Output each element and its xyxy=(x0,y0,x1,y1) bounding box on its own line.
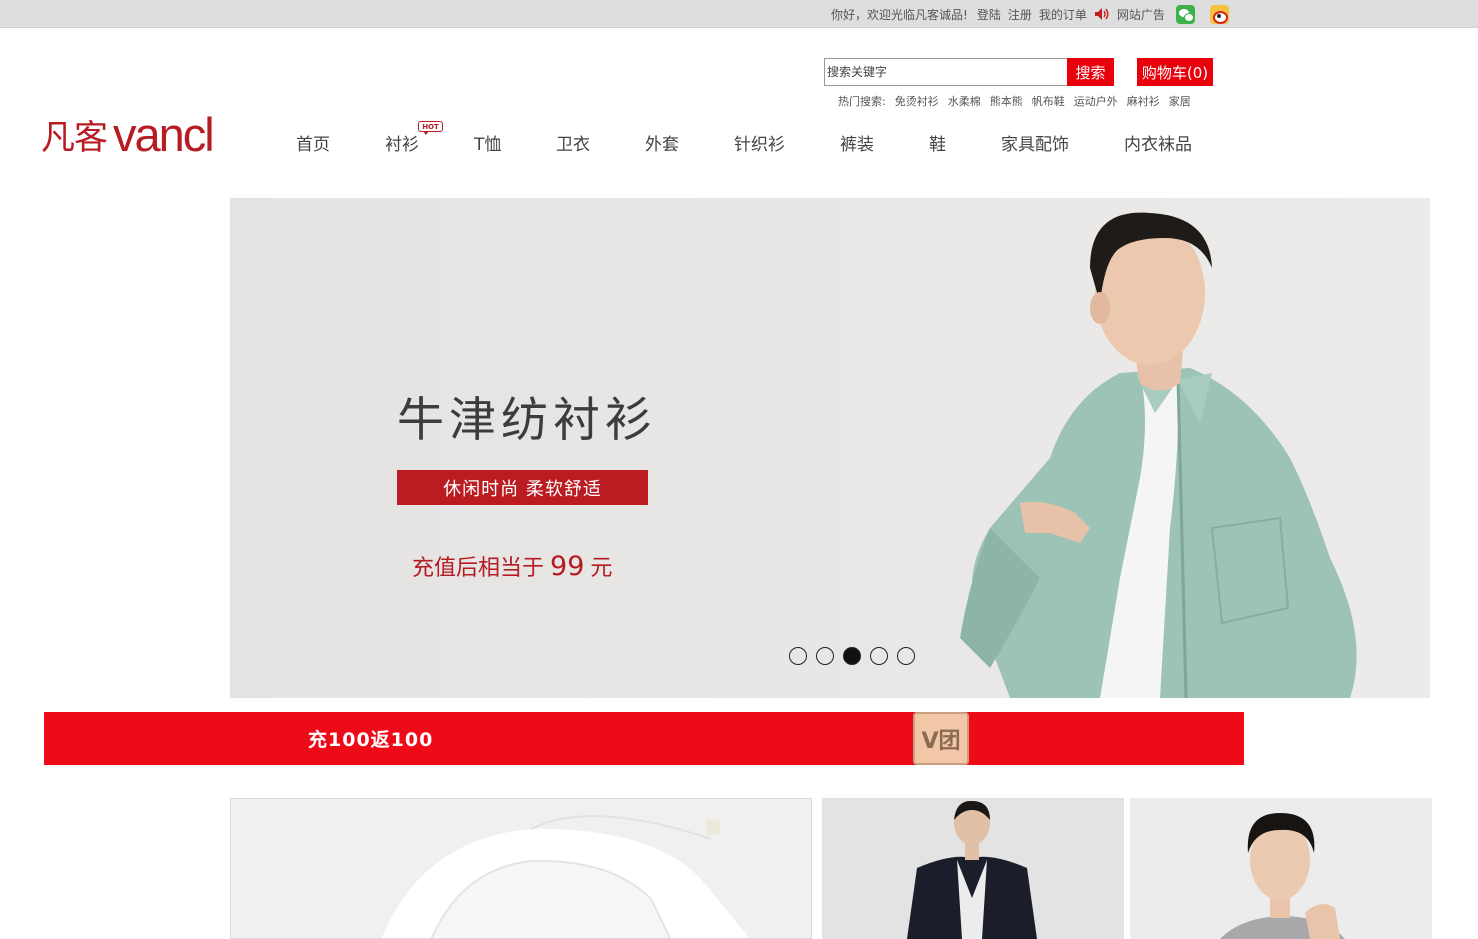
top-bar: 你好，欢迎光临凡客诚品! 登陆 注册 我的订单 网站广告 xyxy=(0,0,1478,28)
hot-term[interactable]: 水柔棉 xyxy=(948,93,981,109)
login-link[interactable]: 登陆 xyxy=(977,6,1001,23)
nav-item-hoodies[interactable]: 卫衣 xyxy=(556,130,590,155)
weibo-icon[interactable] xyxy=(1209,4,1229,24)
hot-term[interactable]: 麻衬衫 xyxy=(1127,93,1160,109)
banner-headline: 牛津纺衬衫 xyxy=(397,393,657,448)
hot-search: 热门搜索: 免烫衬衫 水柔棉 熊本熊 帆布鞋 运动户外 麻衬衫 家居 xyxy=(838,93,1200,109)
carousel-dot[interactable] xyxy=(870,647,888,665)
search-bar: 搜索 xyxy=(824,58,1114,86)
nav-item-pants[interactable]: 裤装 xyxy=(840,130,874,155)
nav-item-underwear[interactable]: 内衣袜品 xyxy=(1124,130,1192,155)
hot-badge: HOT xyxy=(418,121,443,135)
carousel-dot-active[interactable] xyxy=(843,647,861,665)
nav-item-tshirts[interactable]: T恤 xyxy=(474,130,501,155)
product-tile-jacket[interactable] xyxy=(822,798,1124,939)
speaker-icon[interactable] xyxy=(1094,7,1110,21)
nav-item-shirts[interactable]: 衬衫 xyxy=(385,130,419,155)
banner-tagline: 休闲时尚 柔软舒适 xyxy=(397,470,648,505)
promo-strip[interactable]: 充100返100 V团 xyxy=(44,712,1244,765)
nav-item-knitwear[interactable]: 针织衫 xyxy=(734,130,785,155)
welcome-text: 你好，欢迎光临凡客诚品! xyxy=(831,7,968,22)
cart-button[interactable]: 购物车(0) xyxy=(1137,58,1213,86)
hot-term[interactable]: 熊本熊 xyxy=(990,93,1023,109)
wechat-icon[interactable] xyxy=(1175,4,1195,24)
model-jacket-image xyxy=(907,800,1037,939)
register-link[interactable]: 注册 xyxy=(1008,6,1032,23)
price-unit: 元 xyxy=(590,556,613,581)
hot-search-label: 热门搜索: xyxy=(838,95,886,108)
site-ads-link[interactable]: 网站广告 xyxy=(1117,6,1165,23)
search-button[interactable]: 搜索 xyxy=(1067,58,1114,86)
main-nav: 首页 衬衫 T恤 卫衣 外套 针织衫 裤装 鞋 家具配饰 内衣袜品 xyxy=(0,130,1478,156)
carousel-dot[interactable] xyxy=(816,647,834,665)
banner-model-image xyxy=(960,212,1357,698)
price-prefix: 充值后相当于 xyxy=(412,556,545,581)
shirt-collar-image xyxy=(381,815,750,938)
nav-item-shoes[interactable]: 鞋 xyxy=(929,130,946,155)
hot-term[interactable]: 家居 xyxy=(1169,93,1191,109)
nav-item-home[interactable]: 首页 xyxy=(296,130,330,155)
product-tile-shirt[interactable] xyxy=(230,798,812,939)
hot-term[interactable]: 免烫衬衫 xyxy=(895,93,939,109)
top-links: 你好，欢迎光临凡客诚品! 登陆 注册 我的订单 网站广告 xyxy=(831,0,1238,28)
hero-banner[interactable]: 牛津纺衬衫 休闲时尚 柔软舒适 充值后相当于 99 元 xyxy=(230,198,1430,698)
my-orders-link[interactable]: 我的订单 xyxy=(1039,6,1087,23)
carousel-dot[interactable] xyxy=(789,647,807,665)
nav-item-jackets[interactable]: 外套 xyxy=(645,130,679,155)
model-sweater-image xyxy=(1220,813,1345,939)
product-tile-sweater[interactable] xyxy=(1130,798,1432,939)
promo-text: 充100返100 xyxy=(308,729,434,751)
nav-item-home-decor[interactable]: 家具配饰 xyxy=(1001,130,1069,155)
banner-price: 充值后相当于 99 元 xyxy=(412,550,612,582)
vtuan-badge[interactable]: V团 xyxy=(913,712,969,765)
carousel-dots xyxy=(789,647,924,665)
search-input[interactable] xyxy=(824,58,1067,86)
hot-term[interactable]: 帆布鞋 xyxy=(1032,93,1065,109)
hot-term[interactable]: 运动户外 xyxy=(1074,93,1118,109)
carousel-dot[interactable] xyxy=(897,647,915,665)
price-value: 99 xyxy=(550,551,585,582)
